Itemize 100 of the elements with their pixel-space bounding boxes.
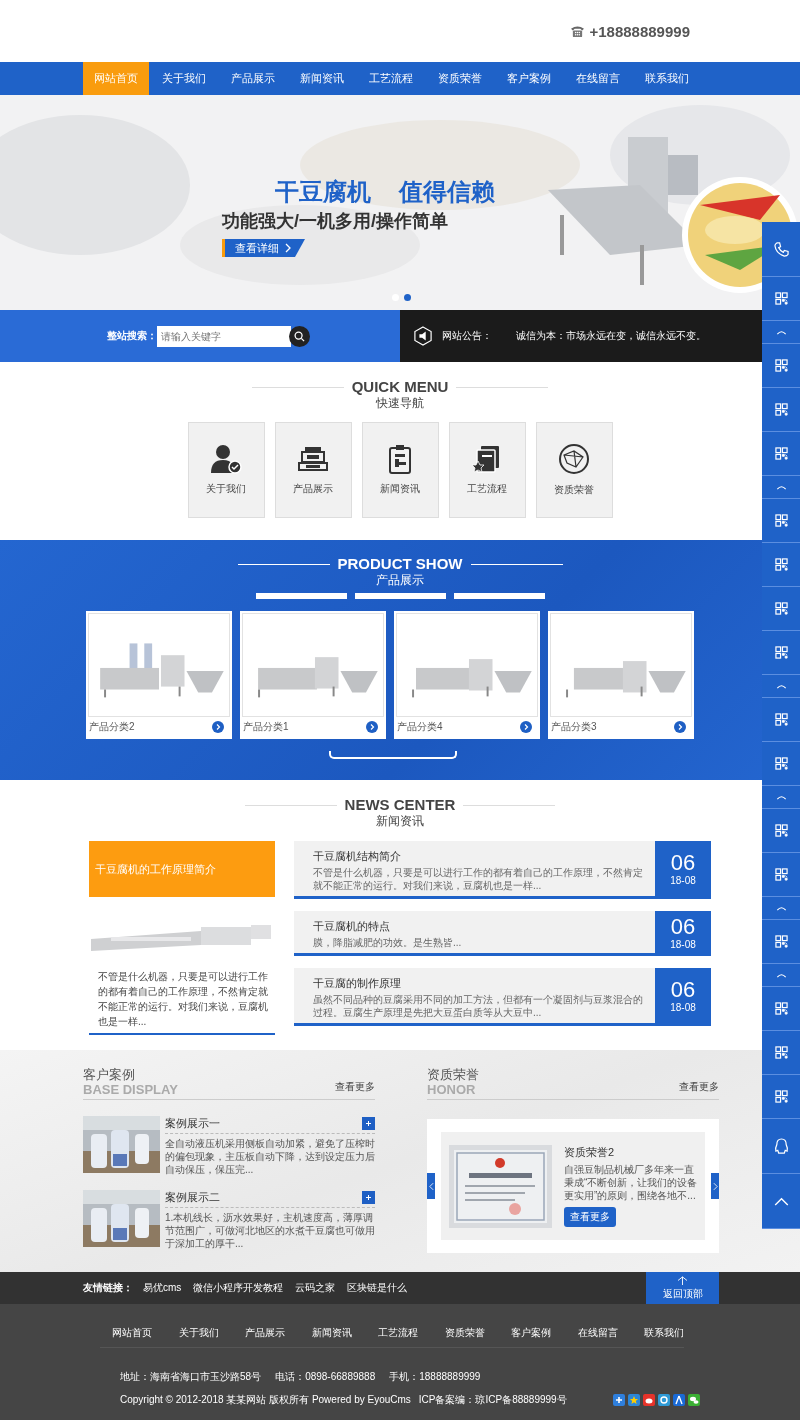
news-item[interactable]: 干豆腐机结构简介 不管是什么机器，只要是可以进行工作的都有着自己的工作原理，不然肯定就不能正常的运行。对我们来说，豆腐机也是一样... 06 18-08 — [294, 841, 711, 899]
product-card[interactable]: 产品分类3 — [548, 611, 694, 739]
qr-code-icon[interactable] — [774, 868, 788, 881]
share-icon[interactable] — [673, 1394, 685, 1406]
news-summary: 虽然不同品种的豆腐采用不同的加工方法，但都有一个凝固剂与豆浆混合的过程。豆腐生产原理是先把大豆蛋白质等从大豆中... — [313, 993, 644, 1019]
qr-code-icon[interactable] — [774, 1046, 788, 1059]
product-card[interactable]: 产品分类2 — [86, 611, 232, 739]
nav-link[interactable]: 工艺流程 — [356, 62, 425, 95]
back-to-top-button[interactable]: 返回顶部 — [646, 1272, 719, 1304]
arc-icon[interactable] — [775, 329, 787, 335]
section-title: 客户案例 — [83, 1067, 136, 1083]
section-title: QUICK MENU — [351, 378, 449, 396]
qr-code-icon[interactable] — [774, 757, 788, 770]
arc-icon[interactable] — [775, 905, 787, 911]
footer-link[interactable]: 资质荣誉 — [444, 1326, 511, 1340]
product-card[interactable]: 产品分类4 — [394, 611, 540, 739]
plus-icon[interactable] — [362, 1191, 375, 1204]
nav-link[interactable]: 关于我们 — [149, 62, 218, 95]
qr-code-icon[interactable] — [774, 646, 788, 659]
nav-link[interactable]: 在线留言 — [563, 62, 632, 95]
share-icon[interactable] — [658, 1394, 670, 1406]
quick-menu-card[interactable]: 关于我们 — [187, 422, 265, 518]
friend-link[interactable]: 易优cms — [143, 1281, 182, 1295]
next-button[interactable] — [711, 1173, 719, 1199]
friend-link[interactable]: 微信小程序开发教程 — [193, 1281, 284, 1295]
quick-menu-card[interactable]: 工艺流程 — [448, 422, 526, 518]
footer-link[interactable]: 在线留言 — [577, 1326, 644, 1340]
slide-dot[interactable] — [404, 294, 411, 301]
notice-text: 诚信为本：市场永远在变，诚信永远不变。 — [516, 329, 706, 343]
nav-link[interactable]: 资质荣誉 — [425, 62, 494, 95]
arc-icon[interactable] — [775, 972, 787, 978]
qr-code-icon[interactable] — [774, 713, 788, 726]
nav-link[interactable]: 联系我们 — [632, 62, 701, 95]
qr-code-icon[interactable] — [774, 602, 788, 615]
more-link[interactable]: 查看更多 — [679, 1080, 719, 1094]
date-month: 18-08 — [670, 875, 696, 886]
case-title[interactable]: 案例展示一 — [165, 1116, 220, 1131]
penguin-icon[interactable] — [773, 1137, 789, 1155]
qr-code-icon[interactable] — [774, 935, 788, 948]
honor-summary: 自强豆制品机械厂多年来一直秉成“不断创新，让我们的设备更实用”的原则，围绕各地不... — [564, 1163, 699, 1202]
phone-text: 电话：0898-66889888 — [275, 1370, 376, 1384]
featured-news-summary: 不管是什么机器，只要是可以进行工作的都有着自己的工作原理，不然肯定就不能正常的运行。对我们来说，豆腐机也是一样... — [98, 970, 269, 1029]
plus-icon[interactable] — [362, 1117, 375, 1130]
qr-code-icon[interactable] — [774, 1002, 788, 1015]
previous-button[interactable] — [427, 1173, 435, 1199]
icp-text: ICP备案编：琼ICP备88889999号 — [418, 1393, 567, 1407]
phone-icon[interactable] — [773, 241, 789, 257]
search-field[interactable]: 请输入关键字 — [157, 325, 291, 347]
telephone-icon — [570, 24, 586, 38]
arrow-circle-icon — [520, 721, 532, 733]
footer-link[interactable]: 工艺流程 — [378, 1326, 445, 1340]
friend-link[interactable]: 区块链是什么 — [347, 1281, 408, 1295]
arc-icon[interactable] — [775, 484, 787, 490]
nav-link[interactable]: 新闻资讯 — [287, 62, 356, 95]
mobile-text: 手机：18888889999 — [389, 1370, 481, 1384]
arc-icon[interactable] — [775, 794, 787, 800]
details-button[interactable]: 查看详细 — [222, 239, 305, 257]
search-button[interactable] — [289, 325, 310, 347]
section-subtitle: 产品展示 — [376, 573, 424, 588]
date-day: 06 — [670, 978, 696, 1002]
footer-link[interactable]: 网站首页 — [112, 1326, 179, 1340]
share-icon[interactable] — [628, 1394, 640, 1406]
share-icon[interactable] — [613, 1394, 625, 1406]
arc-icon[interactable] — [775, 683, 787, 689]
footer-link[interactable]: 产品展示 — [245, 1326, 312, 1340]
qr-code-icon[interactable] — [774, 359, 788, 372]
case-summary: 1.本机线长，沥水效果好，主机速度高，薄厚调节范围广，可做河北地区的水煮干豆腐也可做用于深加工的厚干... — [165, 1211, 375, 1250]
quick-menu-card[interactable]: 资质荣誉 — [535, 422, 613, 518]
nav-link[interactable]: 产品展示 — [218, 62, 287, 95]
footer-link[interactable]: 关于我们 — [178, 1326, 245, 1340]
qr-code-icon[interactable] — [774, 1090, 788, 1103]
nav-link[interactable]: 客户案例 — [494, 62, 563, 95]
chevron-up-icon[interactable] — [773, 1196, 789, 1206]
qr-code-icon[interactable] — [774, 292, 788, 305]
quick-menu-card[interactable]: 新闻资讯 — [361, 422, 439, 518]
share-icon[interactable] — [688, 1394, 700, 1406]
footer-link[interactable]: 联系我们 — [644, 1326, 711, 1340]
footer-link[interactable]: 新闻资讯 — [311, 1326, 378, 1340]
share-icon[interactable] — [643, 1394, 655, 1406]
qr-code-icon[interactable] — [774, 824, 788, 837]
arrow-up-icon — [677, 1275, 688, 1285]
qr-code-icon[interactable] — [774, 403, 788, 416]
footer-link[interactable]: 客户案例 — [511, 1326, 578, 1340]
banner-title: 干豆腐机 — [275, 177, 371, 207]
qr-code-icon[interactable] — [774, 514, 788, 527]
qr-code-icon[interactable] — [774, 447, 788, 460]
qr-code-icon[interactable] — [774, 558, 788, 571]
date-month: 18-08 — [670, 938, 696, 950]
user-check-icon — [210, 444, 242, 474]
friend-link[interactable]: 云码之家 — [295, 1281, 336, 1295]
news-title: 干豆腐的制作原理 — [313, 976, 402, 991]
quick-menu-card[interactable]: 产品展示 — [274, 422, 352, 518]
section-subtitle: 新闻资讯 — [376, 814, 424, 829]
news-item[interactable]: 干豆腐的制作原理 虽然不同品种的豆腐采用不同的加工方法，但都有一个凝固剂与豆浆混合的过程。豆腐生产原理是先把大豆蛋白质等从大豆中... 06 18-08 — [294, 968, 711, 1026]
more-link[interactable]: 查看更多 — [335, 1080, 375, 1094]
news-item[interactable]: 干豆腐机的特点 膜，降脂减肥的功效。是生熟皆... 06 18-08 — [294, 911, 711, 956]
view-more-button[interactable]: 查看更多 — [564, 1207, 616, 1227]
case-title[interactable]: 案例展示二 — [165, 1190, 220, 1205]
section-title: NEWS CENTER — [344, 796, 456, 814]
product-card[interactable]: 产品分类1 — [240, 611, 386, 739]
